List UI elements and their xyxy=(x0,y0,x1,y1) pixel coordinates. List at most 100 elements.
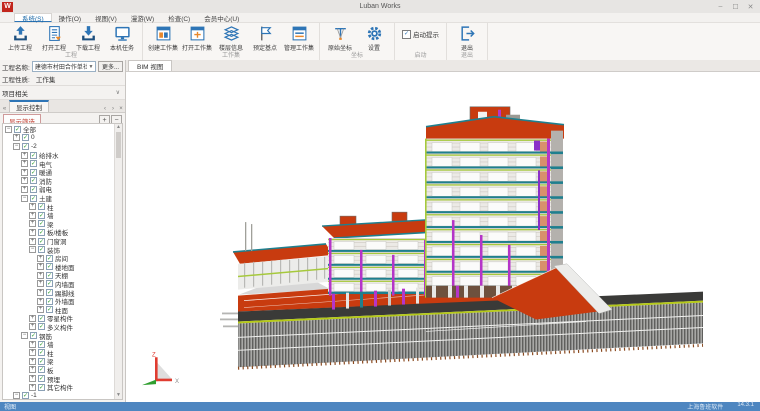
tree-checkbox[interactable]: ✓ xyxy=(14,126,21,133)
tree-item-5[interactable]: +✓暖通 xyxy=(3,168,115,177)
tree-item-23[interactable]: +✓多义构件 xyxy=(3,323,115,332)
tree-checkbox[interactable]: ✓ xyxy=(30,169,37,176)
tree-checkbox[interactable]: ✓ xyxy=(30,177,37,184)
tree-checkbox[interactable]: ✓ xyxy=(38,366,45,373)
ribbon-button-exit[interactable]: 退出 xyxy=(450,23,484,52)
tree-item-26[interactable]: +✓柱 xyxy=(3,348,115,357)
expand-node-icon[interactable]: + xyxy=(37,255,44,262)
expand-node-icon[interactable]: + xyxy=(29,358,36,365)
minimize-button[interactable]: – xyxy=(713,0,728,13)
tree-checkbox[interactable]: ✓ xyxy=(38,341,45,348)
tree-checkbox[interactable]: ✓ xyxy=(46,298,53,305)
ribbon-button-origin-coords[interactable]: 原始坐标 xyxy=(323,23,357,52)
ribbon-button-base-point[interactable]: 预定基点 xyxy=(248,23,282,52)
tab-close-icon[interactable]: × xyxy=(117,106,125,112)
menu-item-1[interactable]: 操作(O) xyxy=(52,13,88,22)
collapse-node-icon[interactable]: − xyxy=(13,392,20,399)
collapse-node-icon[interactable]: − xyxy=(21,332,28,339)
expand-node-icon[interactable]: + xyxy=(29,212,36,219)
tree-checkbox[interactable]: ✓ xyxy=(38,358,45,365)
expand-node-icon[interactable]: + xyxy=(21,160,28,167)
tree-checkbox[interactable]: ✓ xyxy=(46,263,53,270)
tree-item-8[interactable]: −✓土建 xyxy=(3,194,115,203)
tree-item-6[interactable]: +✓消防 xyxy=(3,177,115,186)
expand-node-icon[interactable]: + xyxy=(29,341,36,348)
collapse-panel-icon[interactable]: « xyxy=(0,106,9,112)
ribbon-button-manage-workset[interactable]: 管理工作集 xyxy=(282,23,316,52)
tree-checkbox[interactable]: ✓ xyxy=(38,323,45,330)
tree-checkbox[interactable]: ✓ xyxy=(46,289,53,296)
expand-node-icon[interactable]: + xyxy=(21,152,28,159)
maximize-button[interactable]: ☐ xyxy=(728,0,743,13)
chevron-down-icon[interactable]: ▼ xyxy=(87,64,95,70)
tree-item-31[interactable]: −✓-1 xyxy=(3,391,115,399)
close-button[interactable]: ✕ xyxy=(743,0,758,13)
tree-item-4[interactable]: +✓电气 xyxy=(3,159,115,168)
tab-scroll-right-icon[interactable]: › xyxy=(109,106,117,112)
tree-item-25[interactable]: +✓墙 xyxy=(3,340,115,349)
tree-checkbox[interactable]: ✓ xyxy=(22,143,29,150)
expand-node-icon[interactable]: + xyxy=(13,134,20,141)
project-name-combobox[interactable]: 建德市村田合作单社-施工模型 ▼ xyxy=(32,61,96,72)
startup-tip-checkbox[interactable]: ✓启动提示 xyxy=(402,29,439,39)
tree-checkbox[interactable]: ✓ xyxy=(38,315,45,322)
tab-scroll-left-icon[interactable]: ‹ xyxy=(101,106,109,112)
expand-node-icon[interactable]: + xyxy=(29,366,36,373)
tree-checkbox[interactable]: ✓ xyxy=(38,220,45,227)
ribbon-button-open-project[interactable]: 打开工程 xyxy=(37,23,71,52)
collapse-node-icon[interactable]: − xyxy=(5,126,12,133)
expand-node-icon[interactable]: + xyxy=(37,272,44,279)
collapse-node-icon[interactable]: − xyxy=(29,246,36,253)
expand-node-icon[interactable]: + xyxy=(29,349,36,356)
expand-node-icon[interactable]: + xyxy=(29,375,36,382)
menu-item-4[interactable]: 检查(C) xyxy=(161,13,197,22)
ribbon-button-floor-info[interactable]: 楼层信息 xyxy=(214,23,248,52)
tree-checkbox[interactable]: ✓ xyxy=(46,255,53,262)
expand-node-icon[interactable]: + xyxy=(21,169,28,176)
expand-node-icon[interactable]: + xyxy=(29,323,36,330)
ribbon-button-download-project[interactable]: 下载工程 xyxy=(71,23,105,52)
bim-model[interactable]: Z X xyxy=(126,71,760,402)
checkbox-icon[interactable]: ✓ xyxy=(402,30,411,39)
tab-bim-view[interactable]: BIM 视图 xyxy=(128,60,172,71)
collapse-node-icon[interactable]: − xyxy=(13,143,20,150)
expand-node-icon[interactable]: + xyxy=(29,220,36,227)
tree-checkbox[interactable]: ✓ xyxy=(46,280,53,287)
tree-checkbox[interactable]: ✓ xyxy=(46,272,53,279)
expand-node-icon[interactable]: + xyxy=(29,203,36,210)
tree-checkbox[interactable]: ✓ xyxy=(38,246,45,253)
expand-node-icon[interactable]: + xyxy=(37,263,44,270)
scroll-up-icon[interactable]: ▲ xyxy=(115,124,122,131)
expand-node-icon[interactable]: + xyxy=(21,186,28,193)
tree-checkbox[interactable]: ✓ xyxy=(38,203,45,210)
bim-viewport[interactable]: Z X xyxy=(126,71,760,402)
expand-node-icon[interactable]: + xyxy=(37,298,44,305)
expand-node-icon[interactable]: + xyxy=(37,306,44,313)
expand-node-icon[interactable]: + xyxy=(37,289,44,296)
expand-node-icon[interactable]: + xyxy=(29,384,36,391)
tree-checkbox[interactable]: ✓ xyxy=(30,195,37,202)
tree-item-2[interactable]: −✓-2 xyxy=(3,142,115,151)
tree-checkbox[interactable]: ✓ xyxy=(38,229,45,236)
tree-item-10[interactable]: +✓墙 xyxy=(3,211,115,220)
expand-node-icon[interactable]: + xyxy=(21,177,28,184)
tree-checkbox[interactable]: ✓ xyxy=(46,306,53,313)
ribbon-button-upload-project[interactable]: 上传工程 xyxy=(3,23,37,52)
ribbon-button-local-tasks[interactable]: 本机任务 xyxy=(105,23,139,52)
tab-display-control[interactable]: 显示控制 xyxy=(9,100,49,112)
tree-item-24[interactable]: −✓钢筋 xyxy=(3,331,115,340)
expand-node-icon[interactable]: + xyxy=(29,229,36,236)
tree-item-7[interactable]: +✓弱电 xyxy=(3,185,115,194)
scroll-down-icon[interactable]: ▼ xyxy=(115,392,122,399)
ribbon-button-settings[interactable]: 设置 xyxy=(357,23,391,52)
tree-checkbox[interactable]: ✓ xyxy=(22,392,29,399)
tree-item-0[interactable]: −✓全部 xyxy=(3,125,115,134)
tree-item-1[interactable]: +✓0 xyxy=(3,134,115,143)
tree-checkbox[interactable]: ✓ xyxy=(38,212,45,219)
ribbon-button-open-workset[interactable]: 打开工作集 xyxy=(180,23,214,52)
chevron-down-icon[interactable]: ∨ xyxy=(116,89,123,96)
tree-checkbox[interactable]: ✓ xyxy=(38,384,45,391)
expand-node-icon[interactable]: + xyxy=(29,238,36,245)
menu-item-5[interactable]: 会员中心(U) xyxy=(197,13,246,22)
more-button[interactable]: 更多... xyxy=(98,61,123,72)
